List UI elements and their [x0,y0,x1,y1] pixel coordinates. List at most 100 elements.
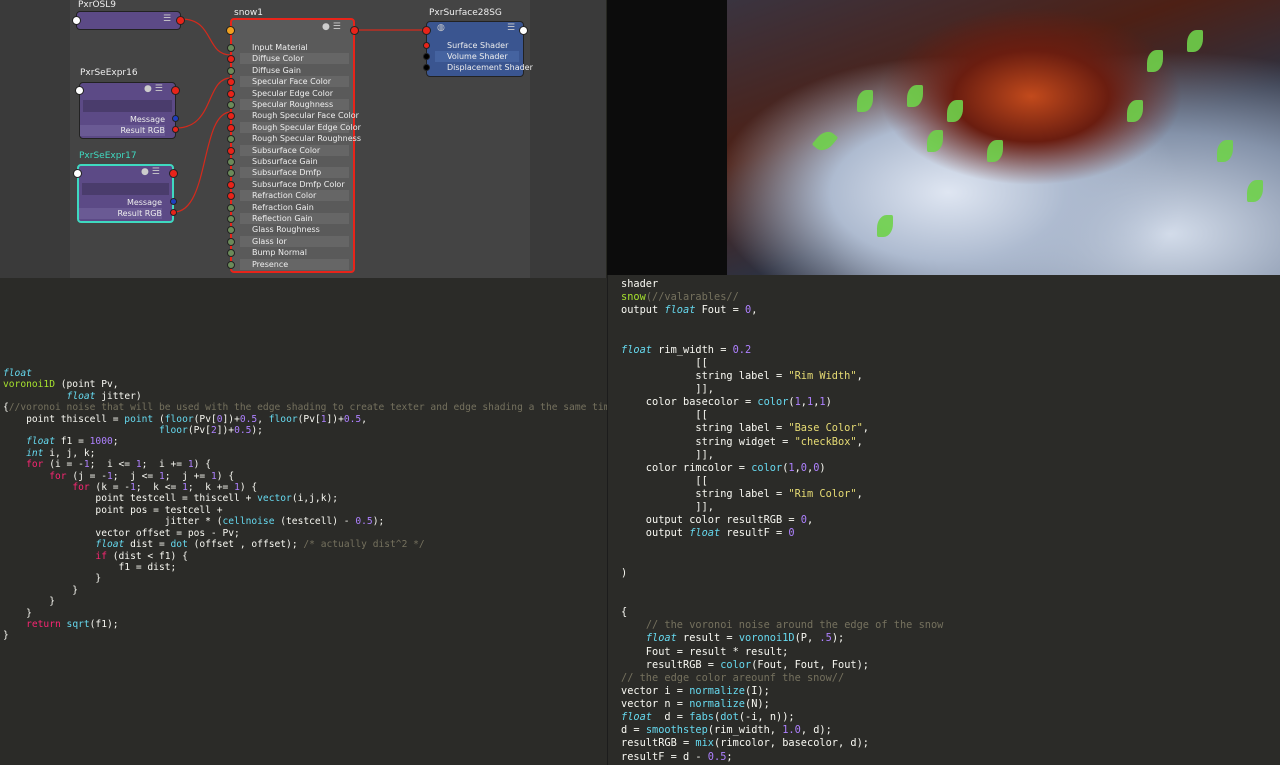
code-line: output float resultF = 0 [621,527,1280,540]
code-line: float f1 = 1000; [3,436,607,447]
node-pxrseexpr16[interactable]: ● ☰ Message Result RGB [75,82,180,139]
swatch-and-menu-icon[interactable]: ● ☰ [141,167,160,177]
code-token: float [621,711,652,724]
code-editor-voronoi[interactable]: float voronoi1D (point Pv, float jitter){… [0,278,627,765]
code-token: resultF = d - [621,750,708,763]
input-port[interactable] [227,66,235,75]
code-line: vector n = normalize(N); [621,698,1280,711]
code-line: string label = "Base Color", [621,422,1280,435]
input-port[interactable] [227,203,235,212]
code-line: d = smoothstep(rim_width, 1.0, d); [621,724,1280,737]
input-port[interactable] [227,169,235,178]
code-token: // the edge color areounf the snow// [621,671,845,684]
input-port[interactable] [227,135,235,144]
input-port[interactable] [422,26,431,35]
node-pxrseexpr17-selected[interactable]: ● ☰ Message Result RGB [73,164,178,223]
code-token: color rimcolor = [621,461,752,474]
code-token: ])+ [216,425,235,437]
output-port[interactable] [169,169,178,178]
code-token: (Pv[ [193,413,217,425]
code-token: (offset , offset); [187,539,304,551]
result-rgb-port[interactable] [170,209,177,216]
input-port[interactable] [227,215,235,223]
input-port[interactable] [227,260,235,269]
menu-icon[interactable]: ☰ [163,14,171,24]
code-token: output [621,304,665,317]
input-port[interactable] [227,249,235,258]
code-line: jitter * (cellnoise (testcell) - 0.5); [3,516,607,527]
input-port[interactable] [227,237,235,246]
code-token: { [621,606,628,619]
message-port[interactable] [170,198,177,205]
code-token: ) { [193,459,211,471]
code-token: vector i = [621,684,690,697]
code-token: floor [268,413,298,425]
input-port[interactable] [226,26,235,35]
input-port[interactable] [227,180,235,189]
volume-shader-port[interactable] [423,53,430,60]
code-token: 0.5 [343,413,362,425]
code-token: point testcell = thiscell + [3,493,258,505]
code-line: vector i = normalize(I); [621,685,1280,698]
input-port[interactable] [227,123,235,132]
code-editor-snow-shader[interactable]: shader snow(//valarables//output float Fo… [607,275,1280,765]
code-token: ; [112,436,119,448]
port-diffuse-gain: Diffuse Gain [252,65,301,75]
code-token: float [645,632,677,645]
output-port[interactable] [350,26,359,35]
menu-icon[interactable]: ☰ [507,23,515,33]
port-message: Message [126,198,162,207]
port-diffuse-color: Diffuse Color [240,53,349,65]
code-token: 0.2 [732,343,752,356]
code-token: point thiscell = [3,413,125,425]
input-port[interactable] [227,44,235,52]
input-port[interactable] [227,55,235,64]
code-line: snow(//valarables// [621,291,1280,304]
code-token: (//valarables// [645,291,739,304]
code-token: 0.5 [707,750,727,763]
code-token: i, j, k; [43,447,96,459]
input-port[interactable] [75,86,84,95]
swatch-and-menu-icon[interactable]: ● ☰ [322,22,341,32]
node-title-pxrsurface28sg: PxrSurface28SG [429,8,502,18]
code-token: point [124,413,154,425]
output-port[interactable] [171,86,180,95]
output-port[interactable] [519,26,528,35]
input-port[interactable] [227,89,235,98]
surface-shader-port[interactable] [423,42,430,49]
node-pxrosl9[interactable]: ☰ [72,11,185,30]
node-editor-panel[interactable]: PxrOSL9 ☰ PxrSeExpr16 ● ☰ Message Result… [0,0,606,278]
code-token: (I); [745,684,770,697]
output-port[interactable] [176,16,185,25]
input-port[interactable] [227,112,235,121]
node-snow1[interactable]: ● ☰ Input Material Diffuse Color Diffuse G… [226,18,361,273]
input-port[interactable] [227,78,235,87]
result-rgb-port[interactable] [172,126,179,133]
message-port[interactable] [172,115,179,122]
input-port[interactable] [227,146,235,155]
node-pxrsurface28sg[interactable]: ◍ ☰ Surface Shader Volume Shader Displac… [422,21,533,77]
displacement-shader-port[interactable] [423,64,430,71]
code-token: , [856,369,863,382]
code-line: } [3,596,607,607]
port-subsurface-color: Subsurface Color [240,144,349,156]
input-port[interactable] [227,226,235,235]
code-line: resultRGB = color(Fout, Fout, Fout); [621,659,1280,672]
code-token: color basecolor = [621,396,758,409]
input-port[interactable] [73,169,82,178]
port-presence: Presence [240,258,349,270]
code-token: f1 = [55,436,90,448]
code-token: string widget = [621,435,795,448]
port-refraction-color: Refraction Color [240,190,349,202]
input-port[interactable] [72,16,81,25]
code-token: int [26,447,44,459]
input-port[interactable] [227,192,235,201]
render-viewport[interactable] [607,0,1280,275]
code-line: point pos = testcell + [3,505,607,516]
input-port[interactable] [227,101,235,109]
swatch-and-menu-icon[interactable]: ● ☰ [144,84,163,94]
input-port[interactable] [227,158,235,166]
